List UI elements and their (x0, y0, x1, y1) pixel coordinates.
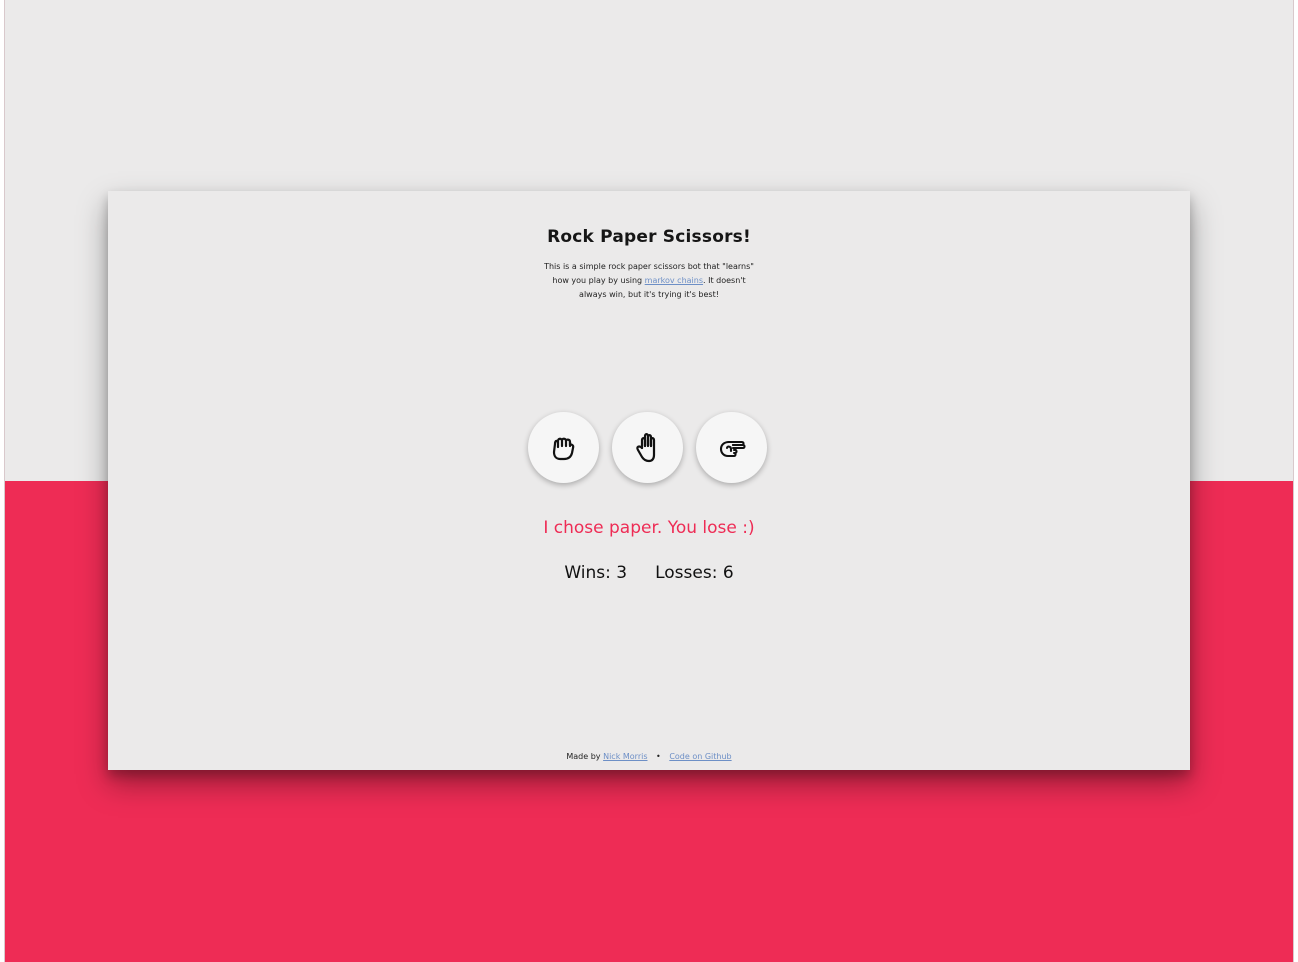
frame-edge-left (4, 0, 5, 962)
window-right-strip (1294, 0, 1298, 962)
scoreboard: Wins: 3 Losses: 6 (108, 563, 1190, 583)
game-card: Rock Paper Scissors! This is a simple ro… (108, 191, 1190, 770)
choice-buttons (528, 412, 767, 483)
paper-button[interactable] (612, 412, 683, 483)
github-link[interactable]: Code on Github (669, 752, 731, 761)
paper-icon (635, 432, 655, 462)
wins-count: Wins: 3 (564, 563, 628, 583)
scissors-button[interactable] (696, 412, 767, 483)
rock-icon (552, 437, 574, 460)
scissors-icon (719, 440, 746, 457)
rock-button[interactable] (528, 412, 599, 483)
made-by-label: Made by (566, 752, 601, 761)
footer: Made by Nick Morris • Code on Github (108, 752, 1190, 761)
markov-chains-link[interactable]: markov chains (645, 276, 703, 285)
description: This is a simple rock paper scissors bot… (539, 260, 759, 302)
frame-edge-right (1293, 0, 1294, 962)
author-link[interactable]: Nick Morris (603, 752, 647, 761)
footer-separator: • (656, 752, 661, 761)
result-message: I chose paper. You lose :) (543, 518, 755, 538)
page-title: Rock Paper Scissors! (547, 227, 751, 247)
losses-count: Losses: 6 (655, 563, 734, 583)
